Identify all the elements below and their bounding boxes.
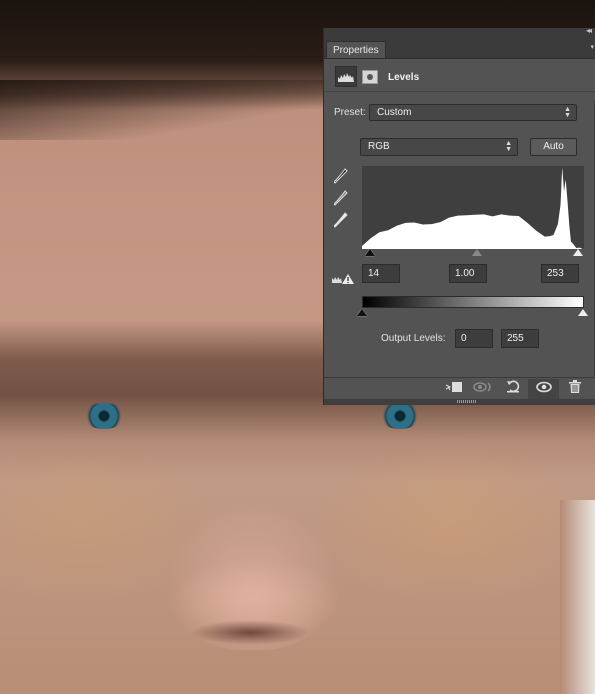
left-eye — [82, 403, 126, 429]
view-previous-state-button[interactable] — [470, 379, 496, 400]
white-point-eyedropper-icon[interactable] — [333, 212, 348, 228]
select-arrows-icon: ▲ ▼ — [505, 140, 512, 153]
channel-select[interactable]: RGB ▲ ▼ — [360, 138, 518, 156]
reset-icon — [507, 380, 520, 393]
view-previous-state-icon — [473, 382, 491, 392]
tab-bar: Properties ▾ — [324, 38, 595, 59]
eye-icon — [535, 381, 552, 393]
layer-mask-icon[interactable] — [362, 70, 378, 84]
input-gamma-slider[interactable] — [472, 249, 482, 256]
auto-button[interactable]: Auto — [530, 138, 577, 156]
input-black-slider[interactable] — [365, 249, 375, 256]
clip-to-layer-icon — [445, 382, 462, 392]
levels-histogram-icon[interactable] — [335, 66, 357, 87]
properties-panel: ◂◂ Properties ▾ Levels Preset: Custom ▲ ▼… — [323, 26, 595, 405]
ear — [560, 500, 595, 694]
output-gradient-bar — [362, 296, 584, 308]
output-levels-label: Output Levels: — [381, 333, 446, 344]
output-white-slider[interactable] — [578, 309, 588, 316]
histogram — [362, 166, 584, 249]
output-white-field[interactable]: 255 — [501, 329, 539, 348]
histogram-area — [362, 167, 584, 249]
input-gamma-field[interactable]: 1.00 — [449, 264, 487, 283]
histogram-chart — [362, 167, 584, 249]
channel-value: RGB — [368, 141, 390, 152]
resize-grip[interactable] — [457, 400, 477, 403]
panel-titlebar[interactable]: ◂◂ — [324, 26, 595, 38]
panel-footer — [324, 377, 595, 400]
input-black-field[interactable]: 14 — [362, 264, 400, 283]
adjustment-header: Levels — [324, 59, 595, 92]
gray-point-eyedropper-icon[interactable] — [333, 190, 348, 206]
tab-properties[interactable]: Properties — [326, 41, 386, 58]
preset-select[interactable]: Custom ▲ ▼ — [369, 104, 577, 121]
black-point-eyedropper-icon[interactable] — [333, 168, 348, 184]
clipping-warning-icon[interactable] — [332, 273, 354, 288]
preset-label: Preset: — [334, 107, 366, 118]
select-arrows-icon: ▲ ▼ — [564, 106, 571, 119]
collapse-icon[interactable]: ◂◂ — [586, 26, 592, 35]
trash-icon — [569, 380, 581, 393]
reset-button[interactable] — [500, 379, 526, 400]
right-eye — [378, 403, 422, 429]
hair-fringe — [0, 80, 330, 140]
nostrils — [190, 620, 310, 645]
adjustment-title: Levels — [388, 72, 420, 83]
output-black-slider[interactable] — [357, 309, 367, 316]
output-black-field[interactable]: 0 — [455, 329, 493, 348]
panel-menu-icon[interactable]: ▾ — [590, 43, 594, 51]
delete-button[interactable] — [562, 379, 588, 400]
input-white-slider[interactable] — [573, 249, 583, 256]
preset-row: Preset: Custom ▲ ▼ — [324, 102, 595, 122]
clip-to-layer-button[interactable] — [441, 379, 467, 400]
preset-value: Custom — [377, 107, 412, 118]
input-white-field[interactable]: 253 — [541, 264, 579, 283]
toggle-visibility-button[interactable] — [528, 379, 559, 400]
